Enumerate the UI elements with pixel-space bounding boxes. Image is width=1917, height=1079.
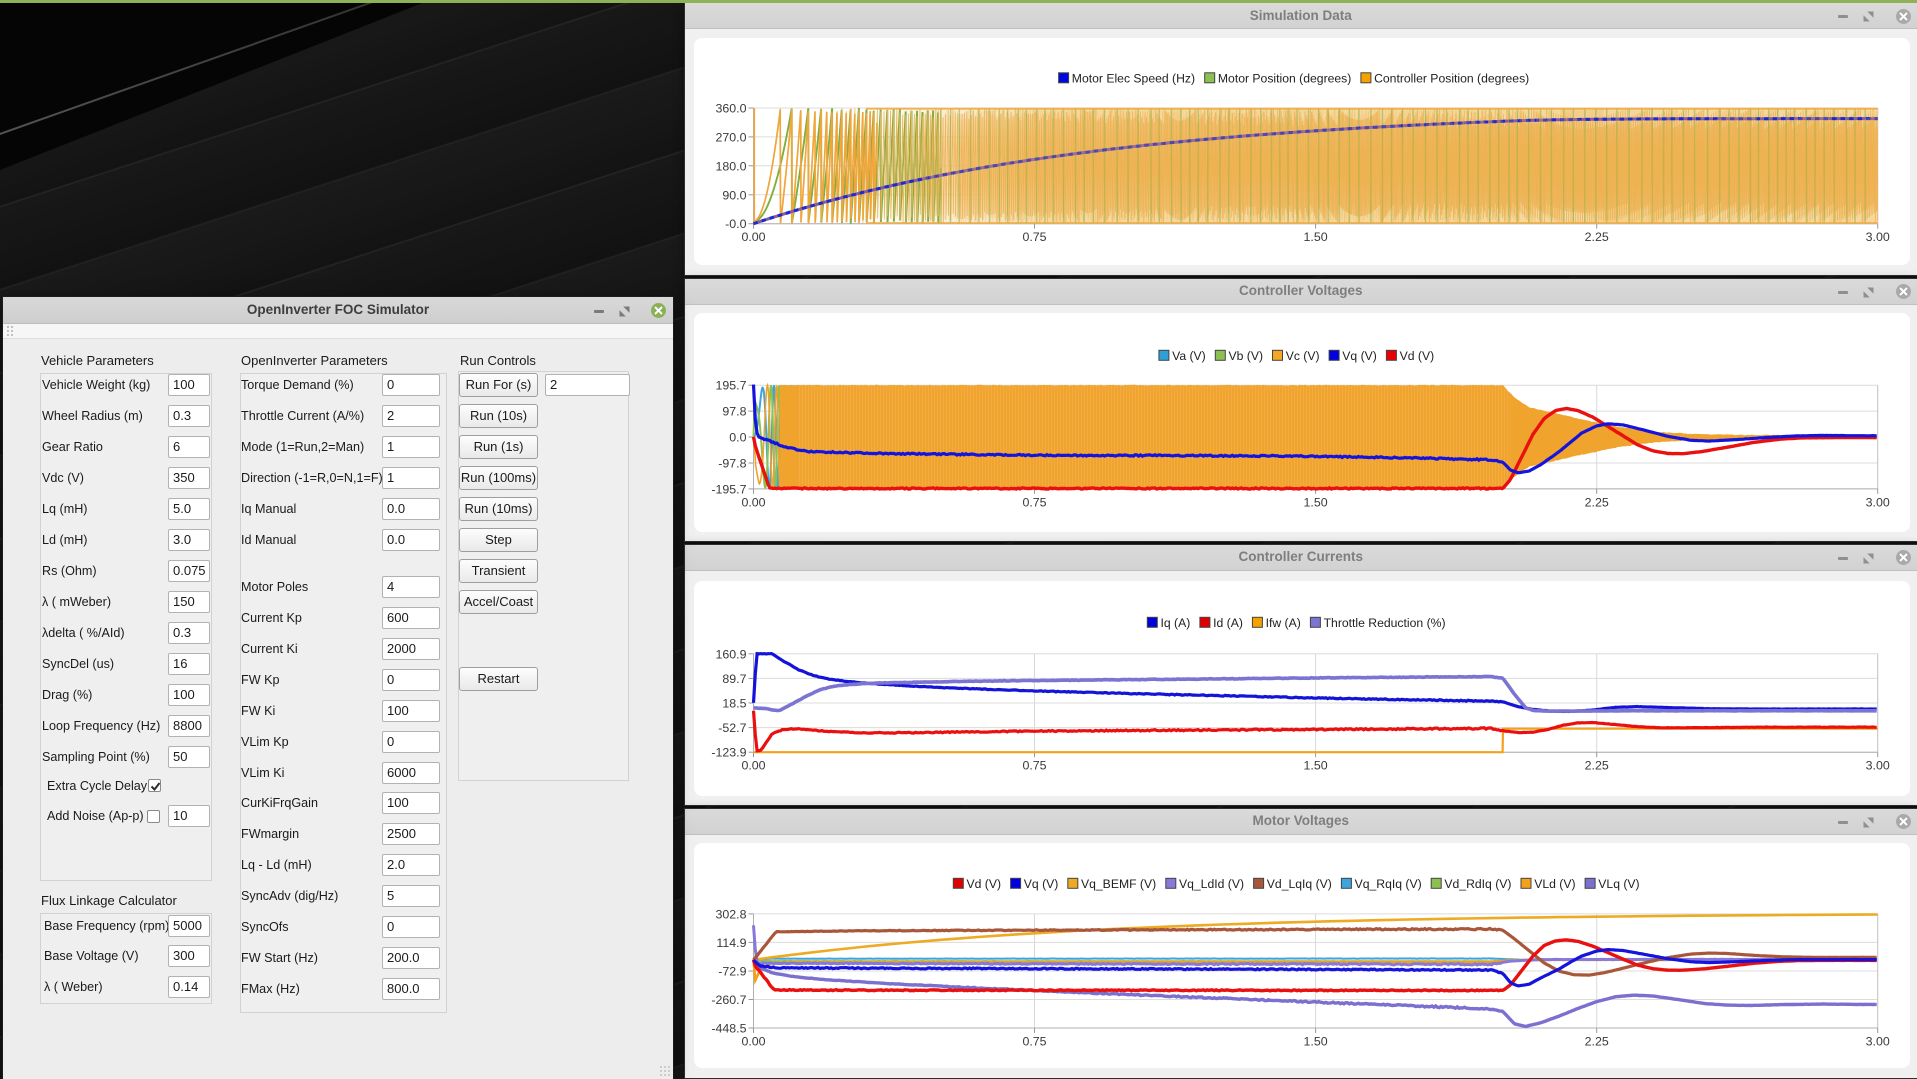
svg-text:0.75: 0.75: [1022, 496, 1046, 510]
svg-text:-52.7: -52.7: [718, 721, 746, 735]
svg-text:Motor Elec Speed (Hz): Motor Elec Speed (Hz): [1072, 72, 1195, 86]
svg-text:Controller Position (degrees): Controller Position (degrees): [1374, 72, 1529, 86]
svg-text:-97.8: -97.8: [718, 457, 746, 471]
svg-text:0.00: 0.00: [741, 496, 765, 510]
svg-text:-72.9: -72.9: [718, 965, 746, 979]
svg-text:0.75: 0.75: [1022, 230, 1046, 244]
svg-text:0.0: 0.0: [729, 431, 746, 445]
svg-text:195.7: 195.7: [715, 379, 746, 393]
svg-text:Vd_RdIq (V): Vd_RdIq (V): [1444, 877, 1511, 891]
svg-text:Vd (V): Vd (V): [967, 877, 1002, 891]
svg-text:180.0: 180.0: [715, 159, 746, 173]
svg-text:1.50: 1.50: [1304, 230, 1328, 244]
svg-text:VLq (V): VLq (V): [1598, 877, 1639, 891]
svg-text:0.00: 0.00: [741, 759, 765, 773]
svg-text:160.9: 160.9: [715, 647, 746, 661]
svg-text:2.25: 2.25: [1585, 496, 1609, 510]
svg-text:Ifw (A): Ifw (A): [1266, 616, 1301, 630]
svg-text:Iq (A): Iq (A): [1161, 616, 1191, 630]
svg-text:2.25: 2.25: [1585, 230, 1609, 244]
svg-text:Vb (V): Vb (V): [1229, 349, 1264, 363]
svg-text:-448.5: -448.5: [711, 1022, 746, 1036]
svg-text:Vd_LqIq (V): Vd_LqIq (V): [1267, 877, 1332, 891]
svg-text:-260.7: -260.7: [711, 993, 746, 1007]
svg-text:270.0: 270.0: [715, 130, 746, 144]
svg-text:0.75: 0.75: [1022, 1035, 1046, 1049]
svg-text:Va (V): Va (V): [1172, 349, 1206, 363]
svg-text:97.8: 97.8: [722, 405, 746, 419]
svg-text:Vq_RqIq (V): Vq_RqIq (V): [1355, 877, 1422, 891]
svg-text:Throttle Reduction (%): Throttle Reduction (%): [1324, 616, 1446, 630]
svg-text:Vq (V): Vq (V): [1342, 349, 1377, 363]
svg-text:Vq (V): Vq (V): [1024, 877, 1059, 891]
svg-text:3.00: 3.00: [1866, 1035, 1890, 1049]
svg-text:0.00: 0.00: [741, 1035, 765, 1049]
svg-text:Vd (V): Vd (V): [1400, 349, 1435, 363]
svg-text:Id (A): Id (A): [1213, 616, 1243, 630]
svg-text:VLd (V): VLd (V): [1534, 877, 1575, 891]
svg-text:1.50: 1.50: [1304, 1035, 1328, 1049]
svg-text:0.75: 0.75: [1022, 759, 1046, 773]
svg-text:89.7: 89.7: [722, 672, 746, 686]
svg-text:Vq_BEMF (V): Vq_BEMF (V): [1081, 877, 1156, 891]
svg-text:360.0: 360.0: [715, 102, 746, 116]
svg-text:Vc (V): Vc (V): [1286, 349, 1320, 363]
svg-text:1.50: 1.50: [1304, 759, 1328, 773]
svg-text:3.00: 3.00: [1866, 759, 1890, 773]
svg-text:90.0: 90.0: [722, 188, 746, 202]
svg-text:0.00: 0.00: [741, 230, 765, 244]
svg-text:2.25: 2.25: [1585, 1035, 1609, 1049]
svg-text:1.50: 1.50: [1304, 496, 1328, 510]
svg-text:Vq_LdId (V): Vq_LdId (V): [1179, 877, 1244, 891]
svg-text:-195.7: -195.7: [711, 482, 746, 496]
svg-text:Motor Position (degrees): Motor Position (degrees): [1218, 72, 1351, 86]
svg-text:18.5: 18.5: [722, 697, 746, 711]
svg-text:3.00: 3.00: [1866, 496, 1890, 510]
svg-text:3.00: 3.00: [1866, 230, 1890, 244]
svg-text:2.25: 2.25: [1585, 759, 1609, 773]
svg-text:302.8: 302.8: [715, 907, 746, 921]
svg-text:114.9: 114.9: [716, 936, 746, 950]
